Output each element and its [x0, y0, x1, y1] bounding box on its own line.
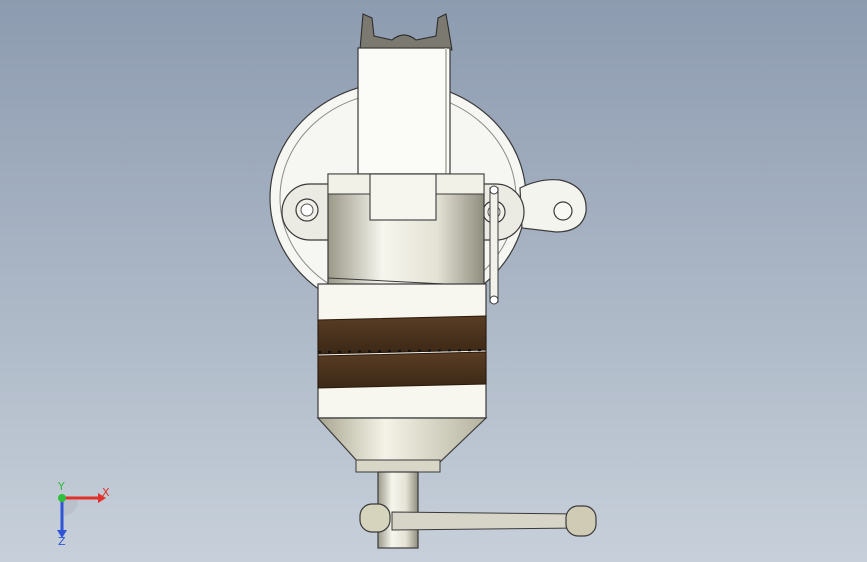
- vise-3d-model[interactable]: [0, 0, 867, 562]
- triad-plane: [62, 500, 78, 516]
- anvil-column: [357, 13, 453, 175]
- lower-cone: [316, 417, 488, 473]
- jaw-block: [317, 283, 487, 419]
- graphics-viewport[interactable]: X Y Z: [0, 0, 867, 562]
- y-axis-label: Y: [57, 482, 65, 493]
- y-axis-dot: [58, 494, 66, 502]
- orientation-triad[interactable]: X Y Z: [44, 482, 114, 546]
- x-axis-label: X: [102, 486, 110, 499]
- z-axis-label: Z: [58, 535, 66, 546]
- screw-handle: [359, 471, 597, 549]
